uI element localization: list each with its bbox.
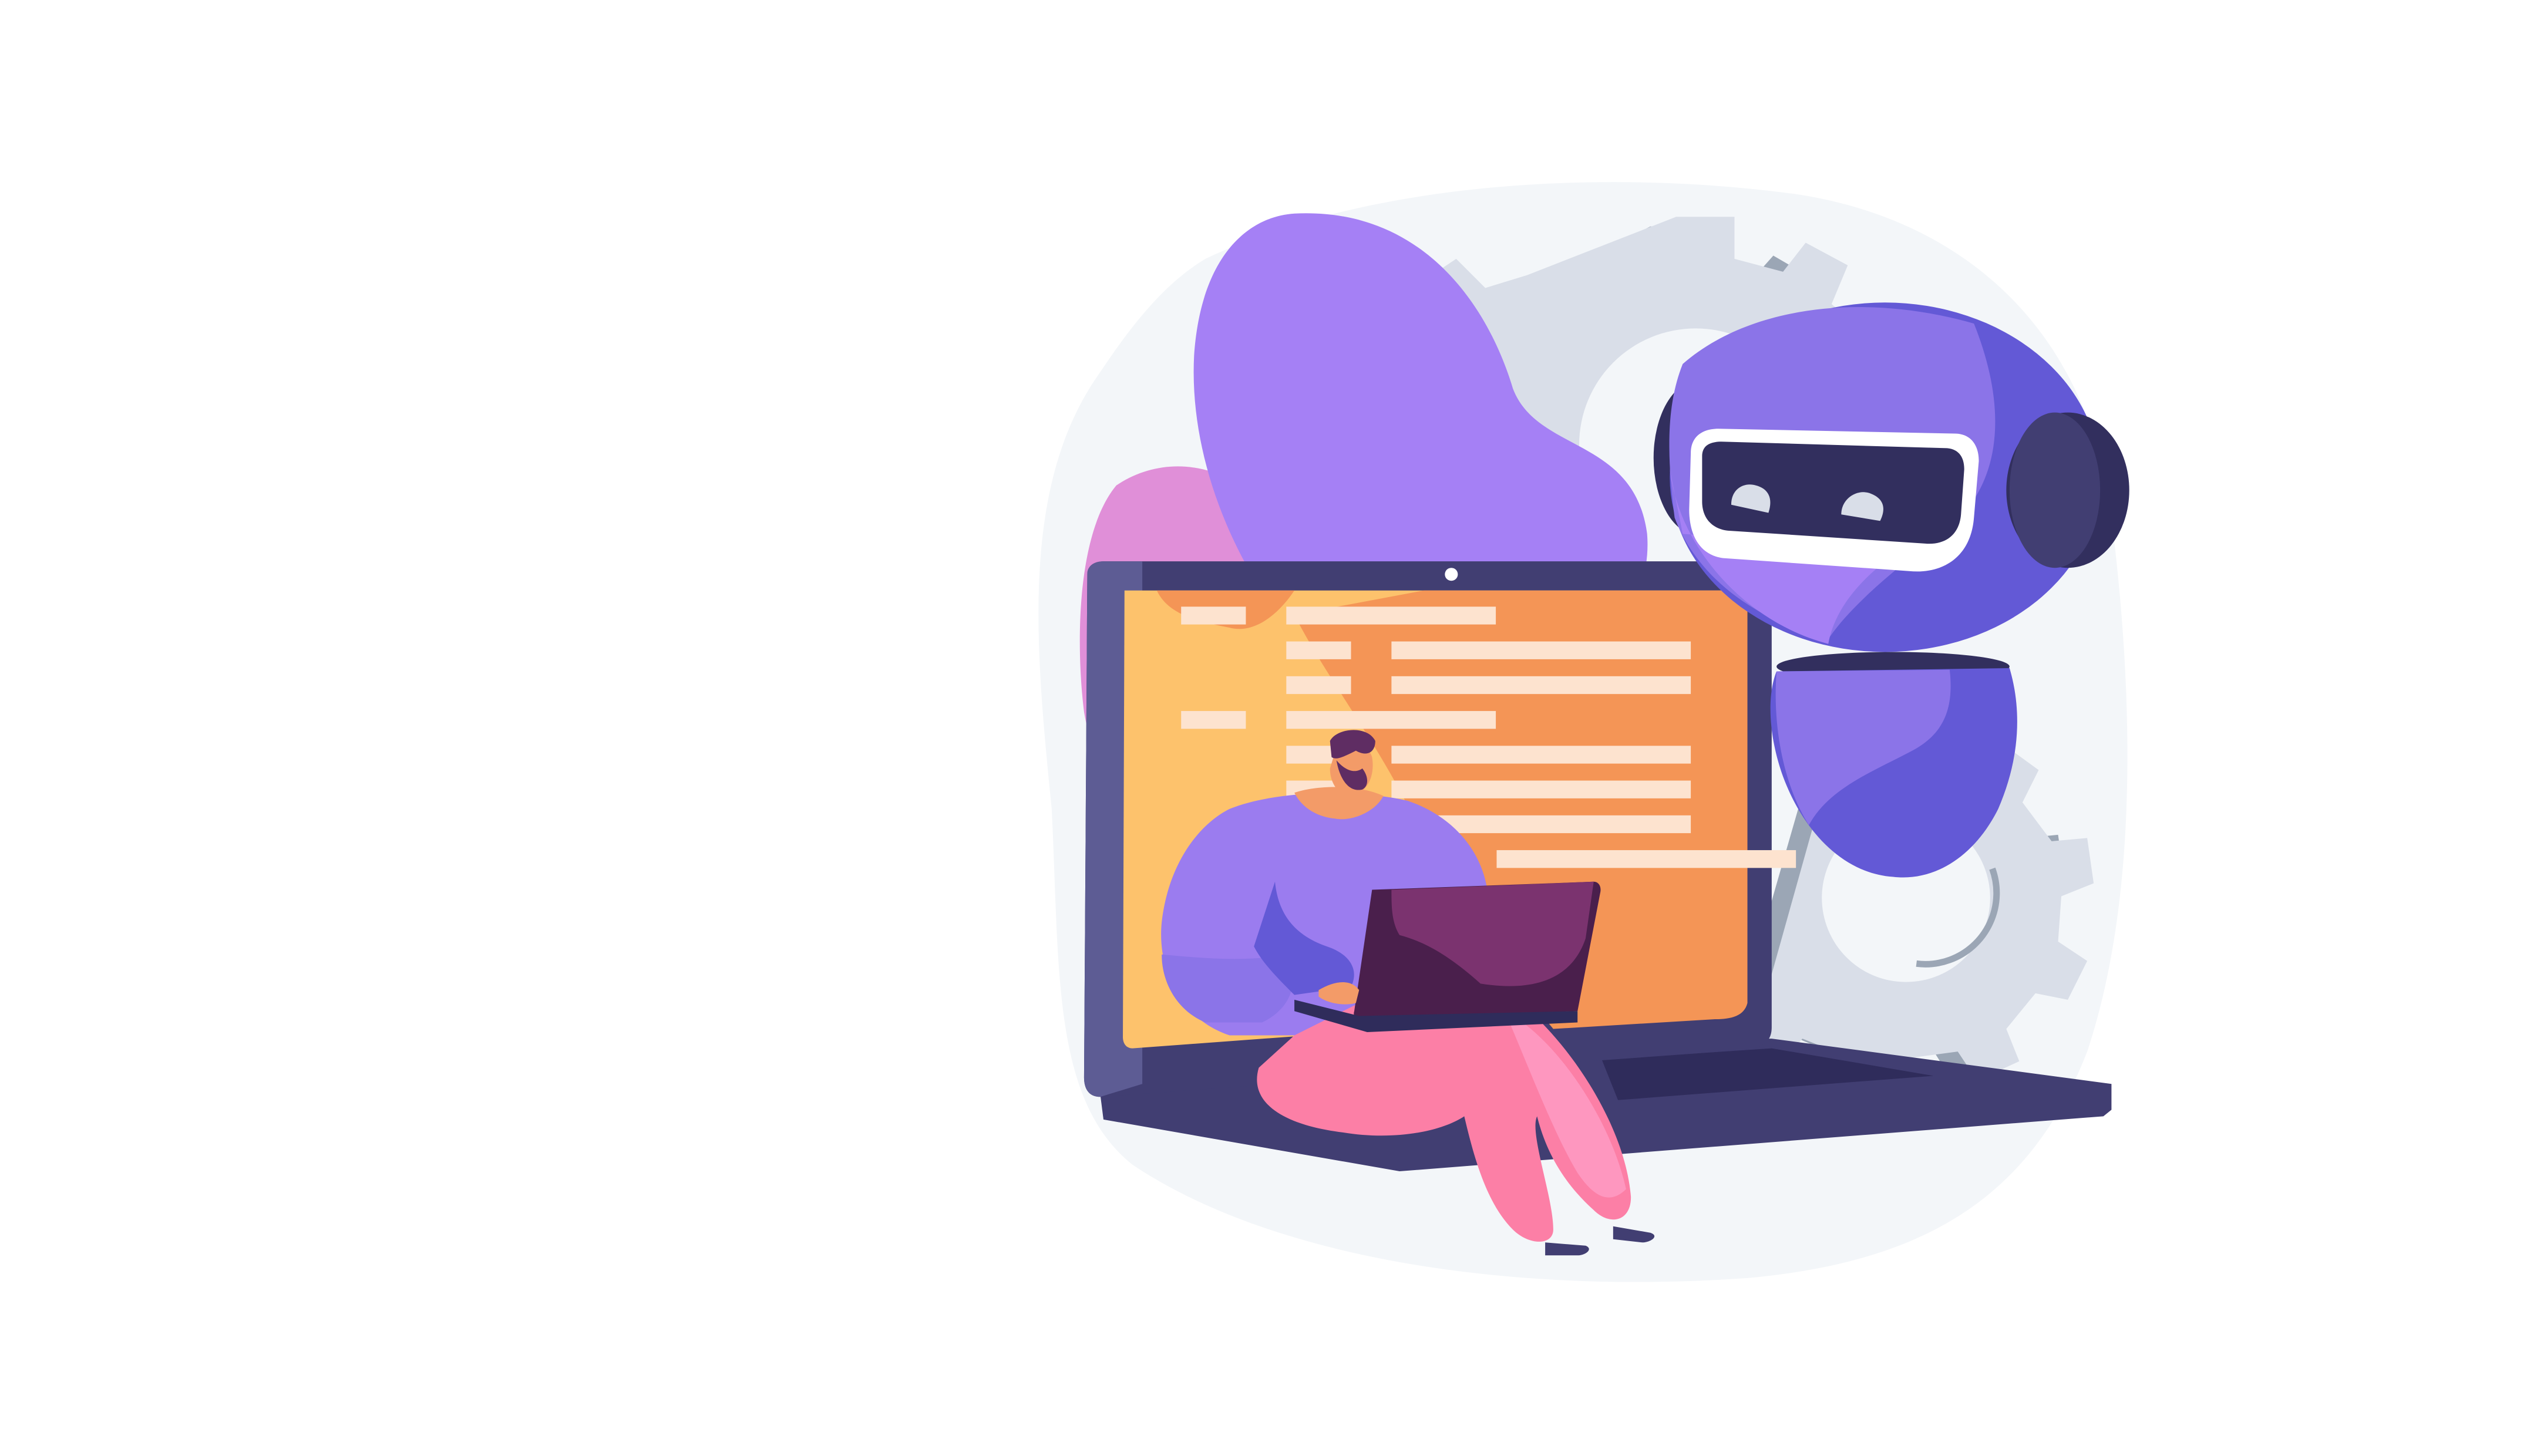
code-line [1391, 780, 1691, 798]
code-line-marker [1181, 711, 1246, 729]
code-line [1286, 606, 1496, 625]
code-line [1286, 711, 1496, 729]
code-line-marker [1286, 641, 1351, 659]
illustration-canvas [1038, 182, 2129, 1282]
code-line [1391, 746, 1691, 764]
code-line [1391, 676, 1691, 695]
code-line [1496, 850, 1796, 868]
webcam [1445, 568, 1458, 581]
code-line [1391, 641, 1691, 659]
code-line-marker [1181, 606, 1246, 625]
code-line-marker [1286, 676, 1351, 695]
